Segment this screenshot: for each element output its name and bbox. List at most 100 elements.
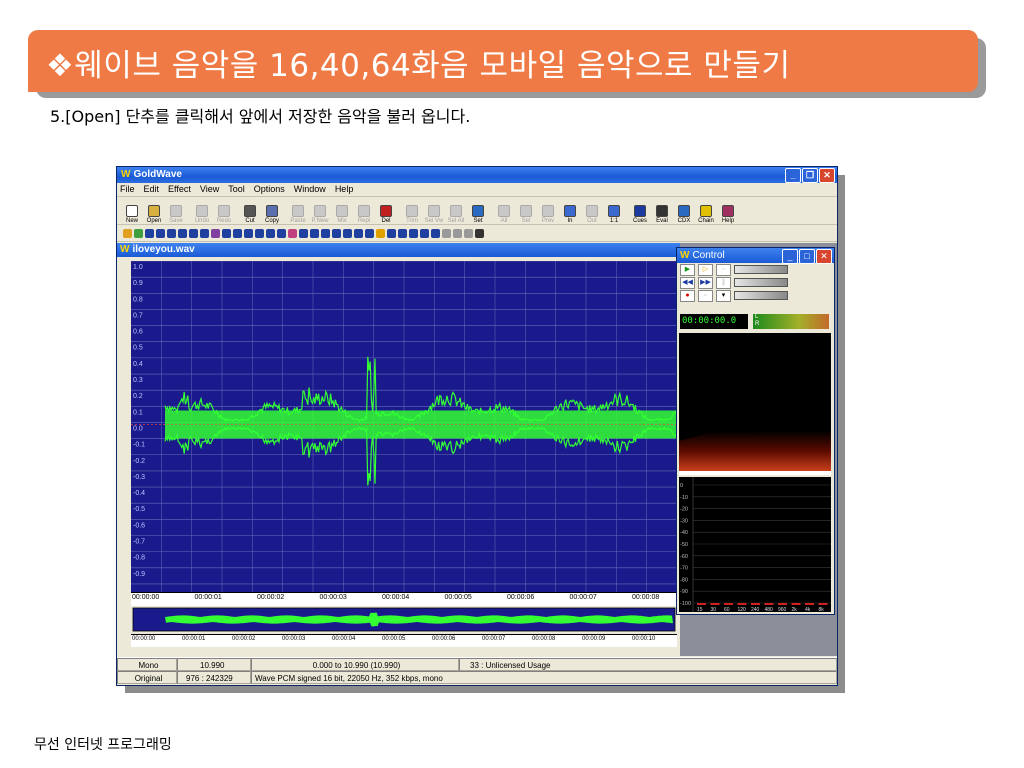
- sel-all-button[interactable]: Sel All: [445, 205, 467, 224]
- menu-help[interactable]: Help: [335, 183, 354, 196]
- menu-window[interactable]: Window: [294, 183, 326, 196]
- fast-forward-icon[interactable]: ▶▶: [698, 276, 713, 289]
- effect-tool-icon[interactable]: [453, 228, 462, 238]
- effect-tool-icon[interactable]: [233, 228, 242, 238]
- cdx-button[interactable]: CDX: [673, 205, 695, 224]
- menu-edit[interactable]: Edit: [144, 183, 160, 196]
- effect-tool-icon[interactable]: [222, 228, 231, 238]
- effect-tool-icon[interactable]: [398, 228, 407, 238]
- volume-slider[interactable]: [734, 265, 788, 274]
- effect-tool-icon[interactable]: [145, 228, 154, 238]
- chain-button[interactable]: Chain: [695, 205, 717, 224]
- speed-slider[interactable]: [734, 291, 788, 300]
- help-button[interactable]: Help: [717, 205, 739, 224]
- 1-1-button[interactable]: 1:1: [603, 205, 625, 224]
- effect-tool-icon[interactable]: [244, 228, 253, 238]
- db-tick-label: -80: [680, 577, 688, 583]
- scissors-icon: [244, 205, 256, 217]
- waveform-display[interactable]: 1.0 0.9 0.8 0.7 0.6 0.5 0.4 0.3 0.2 0.1 0.0 -0.1 -0.…: [131, 261, 677, 592]
- effect-tool-icon[interactable]: [310, 228, 319, 238]
- trim-button[interactable]: Trim: [401, 205, 423, 224]
- sel-vw-button[interactable]: Sel Vw: [423, 205, 445, 224]
- effect-tool-icon[interactable]: [200, 228, 209, 238]
- effect-tool-icon[interactable]: [134, 228, 143, 238]
- paste-icon: [292, 205, 304, 217]
- control-maximize-button[interactable]: □: [799, 249, 815, 264]
- open-button[interactable]: Open: [143, 205, 165, 224]
- paste-button[interactable]: Paste: [287, 205, 309, 224]
- effect-tool-icon[interactable]: [211, 228, 220, 238]
- save-button[interactable]: Save: [165, 205, 187, 224]
- effect-tool-icon[interactable]: [365, 228, 374, 238]
- effect-tool-icon[interactable]: [178, 228, 187, 238]
- menu-file[interactable]: File: [120, 183, 135, 196]
- effect-tool-icon[interactable]: [277, 228, 286, 238]
- effect-tool-icon[interactable]: [332, 228, 341, 238]
- effect-tool-icon[interactable]: [266, 228, 275, 238]
- menu-effect[interactable]: Effect: [168, 183, 191, 196]
- menu-options[interactable]: Options: [254, 183, 285, 196]
- record-icon[interactable]: ●: [680, 289, 695, 302]
- in-button[interactable]: In: [559, 205, 581, 224]
- sel-button[interactable]: Sel: [515, 205, 537, 224]
- new-button[interactable]: New: [121, 205, 143, 224]
- effect-tool-icon[interactable]: [354, 228, 363, 238]
- control-minimize-button[interactable]: _: [782, 249, 798, 264]
- set-button[interactable]: Set: [467, 205, 489, 224]
- balance-slider[interactable]: [734, 278, 788, 287]
- cues-button[interactable]: Cues: [629, 205, 651, 224]
- stop-icon[interactable]: ▫: [698, 289, 713, 302]
- restore-button[interactable]: ❐: [802, 168, 818, 183]
- effect-tool-icon[interactable]: [464, 228, 473, 238]
- out-button[interactable]: Out: [581, 205, 603, 224]
- p-new-button[interactable]: P.New: [309, 205, 331, 224]
- effect-tool-icon[interactable]: [376, 228, 385, 238]
- repl-button[interactable]: Repl: [353, 205, 375, 224]
- time-ruler[interactable]: 00:00:00 00:00:01 00:00:02 00:00:03 00:00:04…: [131, 592, 677, 606]
- effect-tool-icon[interactable]: [431, 228, 440, 238]
- effect-tool-icon[interactable]: [420, 228, 429, 238]
- eval-button[interactable]: Eval: [651, 205, 673, 224]
- effect-tool-icon[interactable]: [442, 228, 451, 238]
- zoom-1to1-icon: [608, 205, 620, 217]
- overview-tick-label: 00:00:03: [282, 636, 306, 642]
- effect-tool-icon[interactable]: [167, 228, 176, 238]
- del-button[interactable]: Del: [375, 205, 397, 224]
- effect-tool-icon[interactable]: [409, 228, 418, 238]
- effect-tool-icon[interactable]: [123, 228, 132, 238]
- rewind-icon[interactable]: ◀◀: [680, 276, 695, 289]
- loop-icon[interactable]: ▫: [716, 263, 731, 276]
- freq-tick-label: 15: [697, 607, 703, 612]
- mix-button[interactable]: Mix: [331, 205, 353, 224]
- effect-tool-icon[interactable]: [156, 228, 165, 238]
- app-titlebar[interactable]: W GoldWave _ ❐ ✕: [117, 167, 837, 183]
- control-close-button[interactable]: ✕: [816, 249, 832, 264]
- menu-view[interactable]: View: [200, 183, 219, 196]
- overview-bar[interactable]: [131, 606, 677, 633]
- copy-button[interactable]: Copy: [261, 205, 283, 224]
- pause-icon[interactable]: ∥: [716, 276, 731, 289]
- effect-tool-icon[interactable]: [189, 228, 198, 238]
- play-selection-icon[interactable]: ▷: [698, 263, 713, 276]
- effect-tool-icon[interactable]: [321, 228, 330, 238]
- menu-tool[interactable]: Tool: [228, 183, 245, 196]
- cut-button[interactable]: Cut: [239, 205, 261, 224]
- effect-tool-icon[interactable]: [475, 228, 484, 238]
- effect-tool-icon[interactable]: [299, 228, 308, 238]
- amplitude-tick-label: 0.7: [133, 312, 143, 319]
- effect-tool-icon[interactable]: [288, 228, 297, 238]
- prev-button[interactable]: Prev: [537, 205, 559, 224]
- redo-button[interactable]: Redo: [213, 205, 235, 224]
- delete-icon: [380, 205, 392, 217]
- minimize-button[interactable]: _: [785, 168, 801, 183]
- control-titlebar[interactable]: W Control _ □ ✕: [677, 248, 834, 264]
- sound-window-titlebar[interactable]: Wiloveyou.wav: [117, 243, 680, 257]
- play-icon[interactable]: ▶: [680, 263, 695, 276]
- all-button[interactable]: All: [493, 205, 515, 224]
- effect-tool-icon[interactable]: [255, 228, 264, 238]
- undo-button[interactable]: Undo: [191, 205, 213, 224]
- record-mode-dropdown-icon[interactable]: ▾: [716, 289, 731, 302]
- effect-tool-icon[interactable]: [387, 228, 396, 238]
- effect-tool-icon[interactable]: [343, 228, 352, 238]
- close-button[interactable]: ✕: [819, 168, 835, 183]
